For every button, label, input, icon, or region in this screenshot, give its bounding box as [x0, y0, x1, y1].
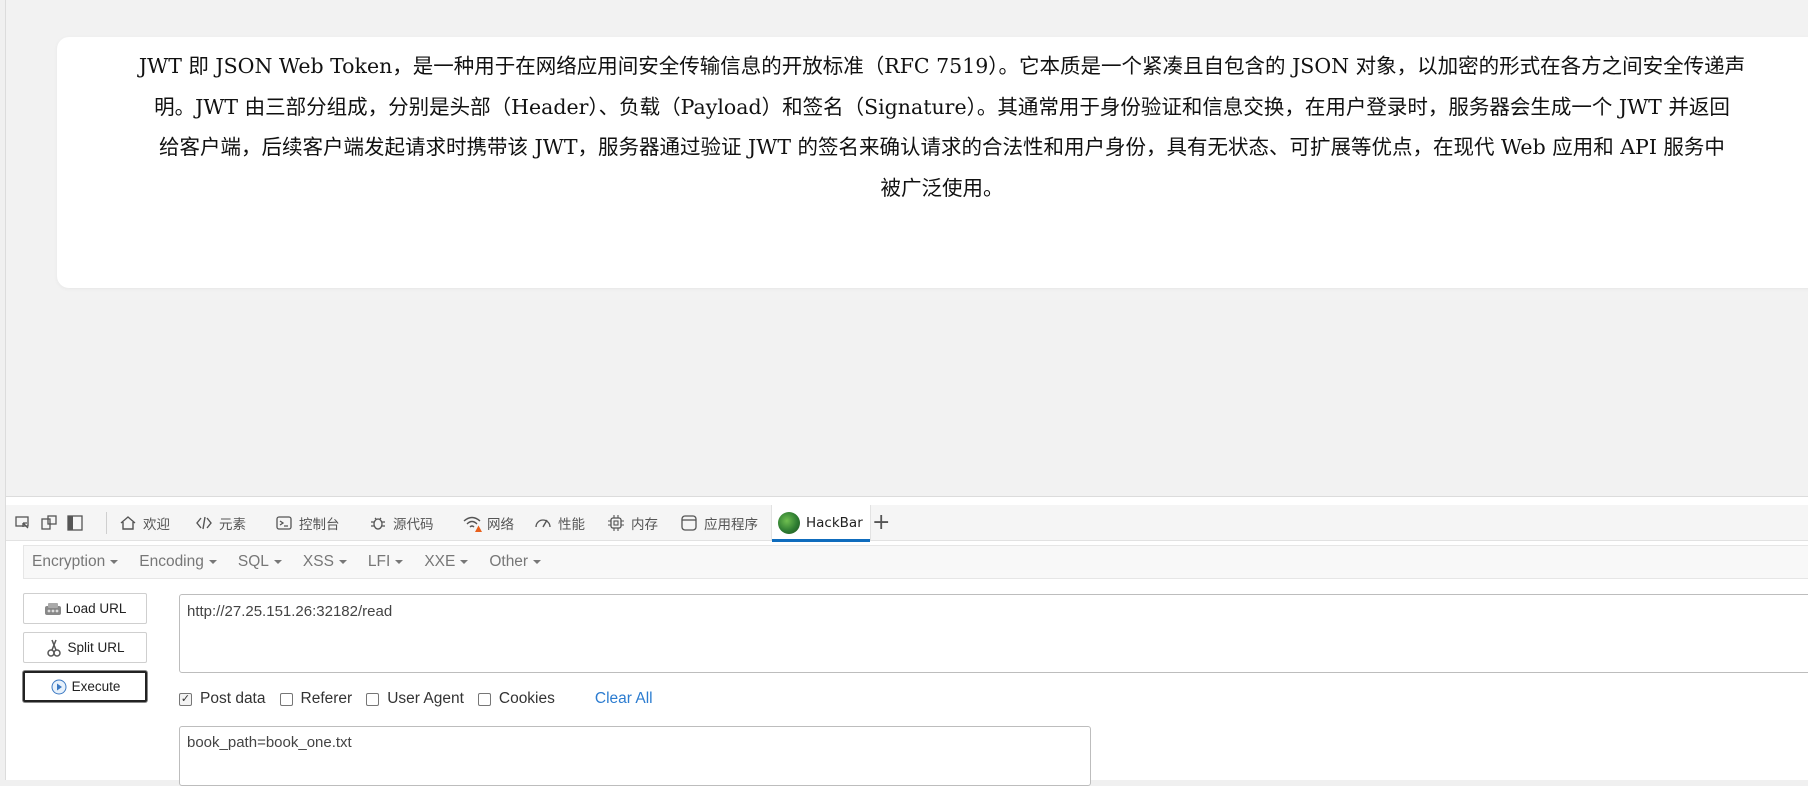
tab-hackbar[interactable]: HackBar: [771, 505, 871, 542]
cookies-option[interactable]: Cookies: [477, 690, 555, 708]
tab-label: 应用程序: [704, 517, 758, 533]
caret-down-icon: [533, 559, 542, 564]
tab-elements[interactable]: 元素: [194, 505, 246, 541]
caret-down-icon: [208, 559, 217, 564]
device-emulation-icon[interactable]: [14, 514, 32, 532]
menu-label: Encoding: [139, 553, 204, 570]
tab-network[interactable]: 网络: [462, 505, 514, 541]
split-url-button[interactable]: Split URL: [23, 632, 147, 663]
option-label: Referer: [300, 690, 353, 707]
app-icon: [679, 513, 699, 533]
caret-down-icon: [110, 559, 119, 564]
play-icon: [50, 679, 68, 695]
menu-xxe[interactable]: XXE: [424, 553, 469, 571]
user-agent-checkbox[interactable]: [366, 692, 380, 706]
menu-label: SQL: [237, 553, 269, 570]
load-url-icon: [44, 601, 62, 617]
menu-other[interactable]: Other: [489, 553, 542, 571]
option-label: Post data: [200, 690, 266, 707]
gauge-icon: [533, 513, 553, 533]
tab-label: 控制台: [299, 517, 340, 533]
button-label: Execute: [71, 679, 121, 694]
tab-label: 网络: [487, 517, 514, 533]
url-input[interactable]: http://27.25.151.26:32182/read: [179, 594, 1808, 673]
page-viewport: JWT 即 JSON Web Token，是一种用于在网络应用间安全传输信息的开…: [5, 0, 1808, 497]
clear-all-link[interactable]: Clear All: [595, 690, 653, 708]
hackbar-logo-icon: [778, 512, 800, 534]
post-data-checkbox[interactable]: ✓: [179, 692, 192, 706]
devtools-panel: 欢迎 元素 控制台 源代码 网络 性能 内存 应用程序 HackBar + En…: [5, 497, 1808, 786]
tab-label: HackBar: [806, 515, 863, 531]
tab-label: 源代码: [393, 517, 434, 533]
tab-label: 元素: [219, 517, 246, 533]
caret-down-icon: [460, 559, 469, 564]
caret-down-icon: [395, 559, 404, 564]
execute-button[interactable]: Execute: [23, 671, 147, 702]
code-icon: [194, 513, 214, 533]
tab-memory[interactable]: 内存: [606, 505, 658, 541]
tab-label: 内存: [631, 517, 658, 533]
add-tab-button[interactable]: +: [872, 505, 890, 541]
tab-performance[interactable]: 性能: [533, 505, 585, 541]
post-data-input[interactable]: book_path=book_one.txt: [179, 726, 1091, 786]
post-data-option[interactable]: ✓ Post data: [179, 690, 266, 708]
home-icon: [118, 513, 138, 533]
tab-sources[interactable]: 源代码: [368, 505, 434, 541]
caret-down-icon: [338, 559, 347, 564]
menu-label: LFI: [367, 553, 391, 570]
request-options: ✓ Post data Referer User Agent Cookies C…: [179, 689, 653, 709]
menu-label: Other: [489, 553, 529, 570]
paragraph-line: JWT 即 JSON Web Token，是一种用于在网络应用间安全传输信息的开…: [138, 54, 1746, 78]
button-label: Split URL: [67, 640, 125, 655]
caret-down-icon: [273, 559, 282, 564]
button-label: Load URL: [65, 601, 127, 616]
wifi-warning-icon: [462, 513, 482, 533]
load-url-button[interactable]: Load URL: [23, 593, 147, 624]
menu-label: XXE: [424, 553, 456, 570]
tab-application[interactable]: 应用程序: [679, 505, 758, 541]
option-label: User Agent: [387, 690, 464, 707]
console-icon: [274, 513, 294, 533]
menu-encoding[interactable]: Encoding: [139, 553, 217, 571]
tab-console[interactable]: 控制台: [274, 505, 340, 541]
referer-option[interactable]: Referer: [279, 690, 353, 708]
scissors-icon: [45, 639, 63, 657]
hackbar-menu: Encryption Encoding SQL XSS LFI XXE Othe…: [23, 545, 1808, 579]
screencast-icon[interactable]: [40, 514, 58, 532]
menu-encryption[interactable]: Encryption: [32, 553, 119, 571]
menu-label: XSS: [302, 553, 334, 570]
jwt-description: JWT 即 JSON Web Token，是一种用于在网络应用间安全传输信息的开…: [62, 46, 1808, 208]
menu-xss[interactable]: XSS: [303, 553, 347, 571]
tab-welcome[interactable]: 欢迎: [118, 505, 170, 541]
menu-label: Encryption: [32, 553, 106, 570]
devtools-tabbar: 欢迎 元素 控制台 源代码 网络 性能 内存 应用程序 HackBar +: [6, 505, 1808, 542]
tab-label: 欢迎: [143, 517, 170, 533]
sidebar-toggle-icon[interactable]: [66, 514, 84, 532]
chip-icon: [606, 513, 626, 533]
paragraph-line: 给客户端，后续客户端发起请求时携带该 JWT，服务器通过验证 JWT 的签名来确…: [159, 135, 1725, 159]
divider: [106, 512, 107, 534]
bug-icon: [368, 513, 388, 533]
referer-checkbox[interactable]: [279, 692, 293, 706]
user-agent-option[interactable]: User Agent: [366, 690, 464, 708]
option-label: Cookies: [498, 690, 555, 707]
cookies-checkbox[interactable]: [477, 692, 491, 706]
tab-label: 性能: [558, 517, 585, 533]
menu-sql[interactable]: SQL: [238, 553, 282, 571]
paragraph-line: 被广泛使用。: [880, 175, 1004, 200]
menu-lfi[interactable]: LFI: [367, 553, 404, 571]
paragraph-line: 明。JWT 由三部分组成，分别是头部（Header）、负载（Payload）和签…: [154, 94, 1730, 119]
